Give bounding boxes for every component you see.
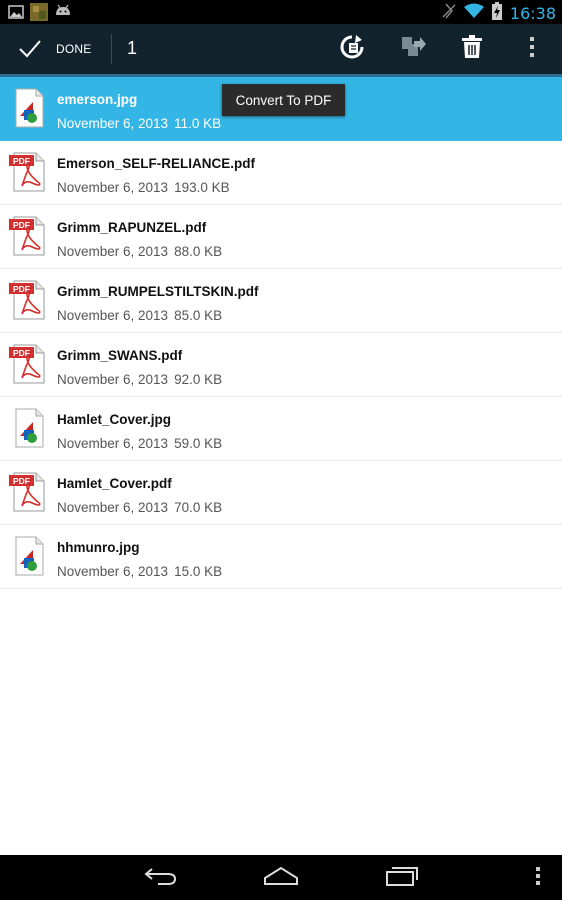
done-button[interactable]: DONE: [0, 24, 110, 74]
file-date: November 6, 2013: [57, 308, 169, 323]
file-row[interactable]: PDF Emerson_SELF-RELIANCE.pdf November 6, …: [0, 141, 562, 205]
file-size: 70.0 KB: [174, 500, 223, 515]
file-list: emerson.jpg November 6, 2013 11.0 KB PDF Eme…: [0, 77, 562, 589]
file-meta: November 6, 2013 193.0 KB: [57, 180, 230, 195]
share-button[interactable]: [398, 34, 428, 64]
file-name: Grimm_SWANS.pdf: [57, 348, 183, 363]
file-name: Emerson_SELF-RELIANCE.pdf: [57, 156, 256, 171]
file-date: November 6, 2013: [57, 372, 169, 387]
share-icon: [400, 35, 426, 64]
file-date: November 6, 2013: [57, 436, 169, 451]
file-date: November 6, 2013: [57, 244, 169, 259]
recent-apps-icon: [385, 865, 419, 892]
pdf-file-icon: PDF: [8, 344, 48, 384]
clock: 16:38: [509, 3, 556, 23]
file-row[interactable]: PDF Grimm_RAPUNZEL.pdf November 6, 2013 88.…: [0, 205, 562, 269]
wifi-icon: [463, 3, 484, 24]
menu-icon: [536, 866, 540, 890]
check-icon: [18, 38, 42, 65]
file-size: 88.0 KB: [174, 244, 223, 259]
file-name: emerson.jpg: [57, 92, 138, 107]
convert-to-pdf-button[interactable]: [337, 34, 367, 64]
file-size: 193.0 KB: [174, 180, 230, 195]
gallery-icon: [8, 4, 24, 25]
file-meta: November 6, 2013 70.0 KB: [57, 500, 222, 515]
pdf-file-icon: PDF: [8, 472, 48, 512]
image-file-icon: [8, 536, 48, 576]
file-size: 85.0 KB: [174, 308, 223, 323]
file-name: Grimm_RAPUNZEL.pdf: [57, 220, 207, 235]
delete-button[interactable]: [457, 34, 487, 64]
file-name: Hamlet_Cover.pdf: [57, 476, 172, 491]
back-icon: [144, 866, 178, 891]
convert-tooltip: Convert To PDF: [222, 84, 345, 116]
file-size: 92.0 KB: [174, 372, 223, 387]
file-row[interactable]: PDF Hamlet_Cover.pdf November 6, 2013 70.0 …: [0, 461, 562, 525]
overflow-menu-icon: [529, 36, 535, 63]
thumbnail-icon: [30, 3, 48, 26]
no-sync-icon: [442, 2, 456, 25]
file-name: Hamlet_Cover.jpg: [57, 412, 172, 427]
pdf-file-icon: PDF: [8, 152, 48, 192]
file-date: November 6, 2013: [57, 500, 169, 515]
file-meta: November 6, 2013 88.0 KB: [57, 244, 222, 259]
done-label: DONE: [56, 42, 92, 56]
file-meta: November 6, 2013 85.0 KB: [57, 308, 222, 323]
back-button[interactable]: [140, 863, 182, 893]
home-icon: [263, 866, 299, 891]
pdf-file-icon: PDF: [8, 216, 48, 256]
image-file-icon: [8, 408, 48, 448]
image-file-icon: [8, 88, 48, 128]
file-size: 11.0 KB: [174, 116, 222, 131]
file-name: hhmunro.jpg: [57, 540, 140, 555]
convert-icon: [339, 34, 365, 65]
recent-apps-button[interactable]: [382, 863, 422, 893]
file-date: November 6, 2013: [57, 564, 169, 579]
battery-charging-icon: [491, 2, 502, 25]
file-size: 15.0 KB: [174, 564, 223, 579]
file-row[interactable]: PDF Grimm_SWANS.pdf November 6, 2013 92.0 K…: [0, 333, 562, 397]
file-size: 59.0 KB: [174, 436, 223, 451]
file-meta: November 6, 2013 92.0 KB: [57, 372, 222, 387]
file-date: November 6, 2013: [57, 180, 169, 195]
file-date: November 6, 2013: [57, 116, 169, 131]
file-meta: November 6, 2013 11.0 KB: [57, 116, 221, 131]
menu-button[interactable]: [530, 863, 546, 893]
overflow-menu-button[interactable]: [517, 34, 547, 64]
selected-count: 1: [127, 38, 138, 58]
android-icon: [54, 4, 72, 25]
divider: [111, 34, 112, 64]
delete-icon: [461, 34, 483, 64]
pdf-file-icon: PDF: [8, 280, 48, 320]
file-name: Grimm_RUMPELSTILTSKIN.pdf: [57, 284, 259, 299]
file-meta: November 6, 2013 59.0 KB: [57, 436, 222, 451]
contextual-action-bar: DONE 1: [0, 24, 562, 77]
file-row[interactable]: PDF Grimm_RUMPELSTILTSKIN.pdf November 6, …: [0, 269, 562, 333]
file-row[interactable]: Hamlet_Cover.jpg November 6, 2013 59.0 KB: [0, 397, 562, 461]
file-meta: November 6, 2013 15.0 KB: [57, 564, 222, 579]
home-button[interactable]: [261, 863, 301, 893]
navigation-bar: [0, 855, 562, 900]
status-bar: 16:38: [0, 0, 562, 24]
file-row[interactable]: hhmunro.jpg November 6, 2013 15.0 KB: [0, 525, 562, 589]
